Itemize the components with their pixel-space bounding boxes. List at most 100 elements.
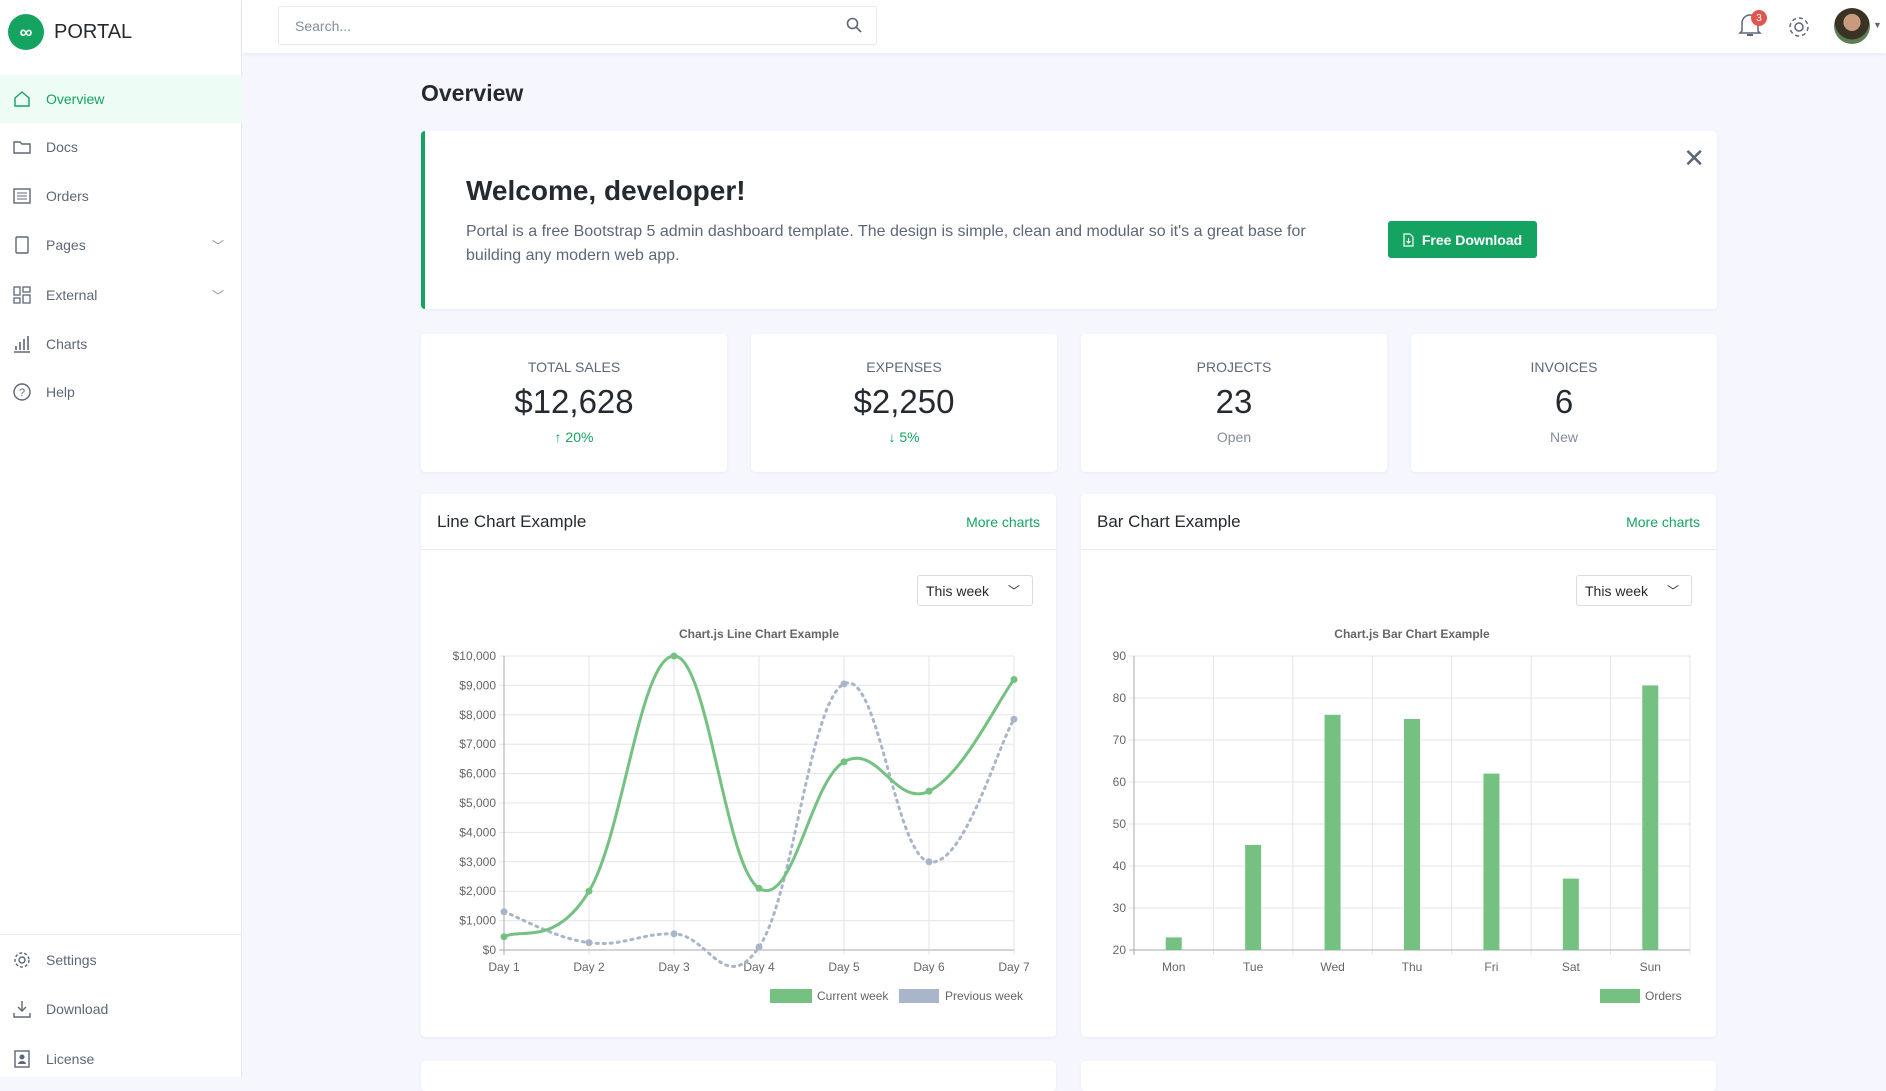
data-point <box>500 908 508 916</box>
brand[interactable]: ∞ PORTAL <box>8 14 132 50</box>
y-tick-label: 30 <box>1113 901 1127 915</box>
data-point <box>1010 715 1018 723</box>
y-tick-label: $8,000 <box>459 708 496 722</box>
legend-swatch-current-week <box>770 989 812 1003</box>
sidebar-item-settings[interactable]: Settings <box>0 936 242 984</box>
stat-label: Projects <box>1196 359 1272 375</box>
stat-sub: ↓ 5% <box>751 429 1057 445</box>
data-point <box>925 858 933 866</box>
sidebar-item-docs[interactable]: Docs <box>0 123 242 171</box>
sidebar-item-label: License <box>46 1051 95 1067</box>
list-icon <box>13 188 31 204</box>
stat-value: 6 <box>1554 383 1574 420</box>
x-tick-label: Mon <box>1162 960 1185 974</box>
data-point <box>925 787 933 795</box>
y-tick-label: $0 <box>483 943 497 957</box>
logo-icon: ∞ <box>8 14 44 50</box>
x-tick-label: Fri <box>1484 960 1498 974</box>
stat-card-total-sales: Total Sales $12,628 ↑ 20% <box>421 334 727 472</box>
x-tick-label: Day 4 <box>743 960 775 974</box>
stat-card-expenses: Expenses $2,250 ↓ 5% <box>751 334 1057 472</box>
bottom-card <box>1081 1061 1716 1091</box>
sidebar: ∞ PORTAL Overview Docs Orders Pages ﹀ Externa… <box>0 0 242 1077</box>
sidebar-item-label: Orders <box>46 188 89 204</box>
bar-sat <box>1562 878 1579 950</box>
grid-icon <box>13 286 31 304</box>
chart-title: Chart.js Line Chart Example <box>679 627 839 641</box>
brand-name: PORTAL <box>54 20 133 43</box>
stat-card-invoices: Invoices 6 New <box>1411 334 1717 472</box>
legend-swatch-orders <box>1600 989 1640 1003</box>
download-icon <box>13 1001 31 1018</box>
stat-sub-text: 20% <box>565 429 594 445</box>
sidebar-item-label: Pages <box>46 237 86 253</box>
arrow-down-icon: ↓ <box>888 429 896 445</box>
welcome-card: Welcome, developer! Portal is a free Boo… <box>421 131 1717 309</box>
y-tick-label: 90 <box>1113 649 1127 663</box>
sidebar-item-pages[interactable]: Pages ﹀ <box>0 221 242 269</box>
sidebar-item-label: External <box>46 287 98 303</box>
x-tick-label: Day 5 <box>828 960 860 974</box>
sidebar-item-help[interactable]: ? Help <box>0 368 242 416</box>
legend-label: Current week <box>817 989 889 1003</box>
x-tick-label: Tue <box>1243 960 1264 974</box>
x-tick-label: Sat <box>1562 960 1581 974</box>
top-header: Search... <box>242 0 1886 53</box>
stat-sub: ↑ 20% <box>421 429 727 445</box>
y-tick-label: $4,000 <box>459 825 496 839</box>
bar-chart: Chart.js Bar Chart Example 20 30 40 50 60 70 80… <box>1113 627 1691 1003</box>
data-point <box>755 943 763 951</box>
gear-icon[interactable] <box>1786 14 1812 40</box>
sidebar-item-label: Charts <box>46 336 88 352</box>
sidebar-item-label: Download <box>46 1001 109 1017</box>
license-icon <box>14 1050 30 1068</box>
stat-label: Total Sales <box>527 359 621 375</box>
svg-text:?: ? <box>19 387 25 399</box>
user-avatar[interactable] <box>1834 8 1870 44</box>
x-tick-label: Day 1 <box>488 960 520 974</box>
notification-badge: 3 <box>1751 10 1767 26</box>
chart-title: Chart.js Bar Chart Example <box>1334 627 1490 641</box>
y-tick-label: $9,000 <box>459 678 496 692</box>
search-placeholder: Search... <box>295 17 352 34</box>
stat-card-projects: Projects 23 Open <box>1081 334 1387 472</box>
x-tick-label: Day 6 <box>913 960 945 974</box>
stat-sub: New <box>1411 429 1717 445</box>
y-tick-label: $1,000 <box>459 914 496 928</box>
close-icon[interactable]: ✕ <box>1683 143 1705 174</box>
x-tick-label: Sun <box>1640 960 1661 974</box>
chevron-down-icon[interactable]: ﹀ <box>212 237 224 254</box>
sidebar-item-charts[interactable]: Charts <box>0 320 242 368</box>
data-point <box>840 680 848 688</box>
sidebar-item-download[interactable]: Download <box>0 985 242 1033</box>
sidebar-item-license[interactable]: License <box>0 1035 242 1083</box>
y-tick-label: 50 <box>1113 817 1127 831</box>
data-point <box>585 887 593 895</box>
data-point <box>500 933 508 941</box>
sidebar-item-orders[interactable]: Orders <box>0 172 242 220</box>
search-icon[interactable] <box>846 17 862 33</box>
file-download-icon <box>1403 232 1414 247</box>
search-input[interactable]: Search... <box>278 6 877 45</box>
bar-thu <box>1404 719 1420 950</box>
y-tick-label: 20 <box>1113 943 1127 957</box>
sidebar-item-external[interactable]: External ﹀ <box>0 271 242 319</box>
bottom-card <box>421 1061 1056 1091</box>
sidebar-item-overview[interactable]: Overview <box>0 75 242 123</box>
free-download-button[interactable]: Free Download <box>1388 221 1537 258</box>
x-tick-label: Thu <box>1402 960 1423 974</box>
x-tick-label: Day 7 <box>998 960 1030 974</box>
data-point <box>755 884 763 892</box>
data-point <box>840 758 848 766</box>
caret-down-icon[interactable]: ▼ <box>1873 20 1882 30</box>
bar-wed <box>1324 714 1341 950</box>
stat-value: 23 <box>1215 383 1253 420</box>
data-point <box>670 930 678 938</box>
bar-mon <box>1165 937 1182 950</box>
legend-label: Previous week <box>945 989 1024 1003</box>
x-tick-label: Day 2 <box>573 960 605 974</box>
pages-icon <box>15 236 29 254</box>
stat-value: $2,250 <box>853 383 955 420</box>
welcome-title: Welcome, developer! <box>466 175 746 206</box>
chevron-down-icon[interactable]: ﹀ <box>212 287 224 304</box>
